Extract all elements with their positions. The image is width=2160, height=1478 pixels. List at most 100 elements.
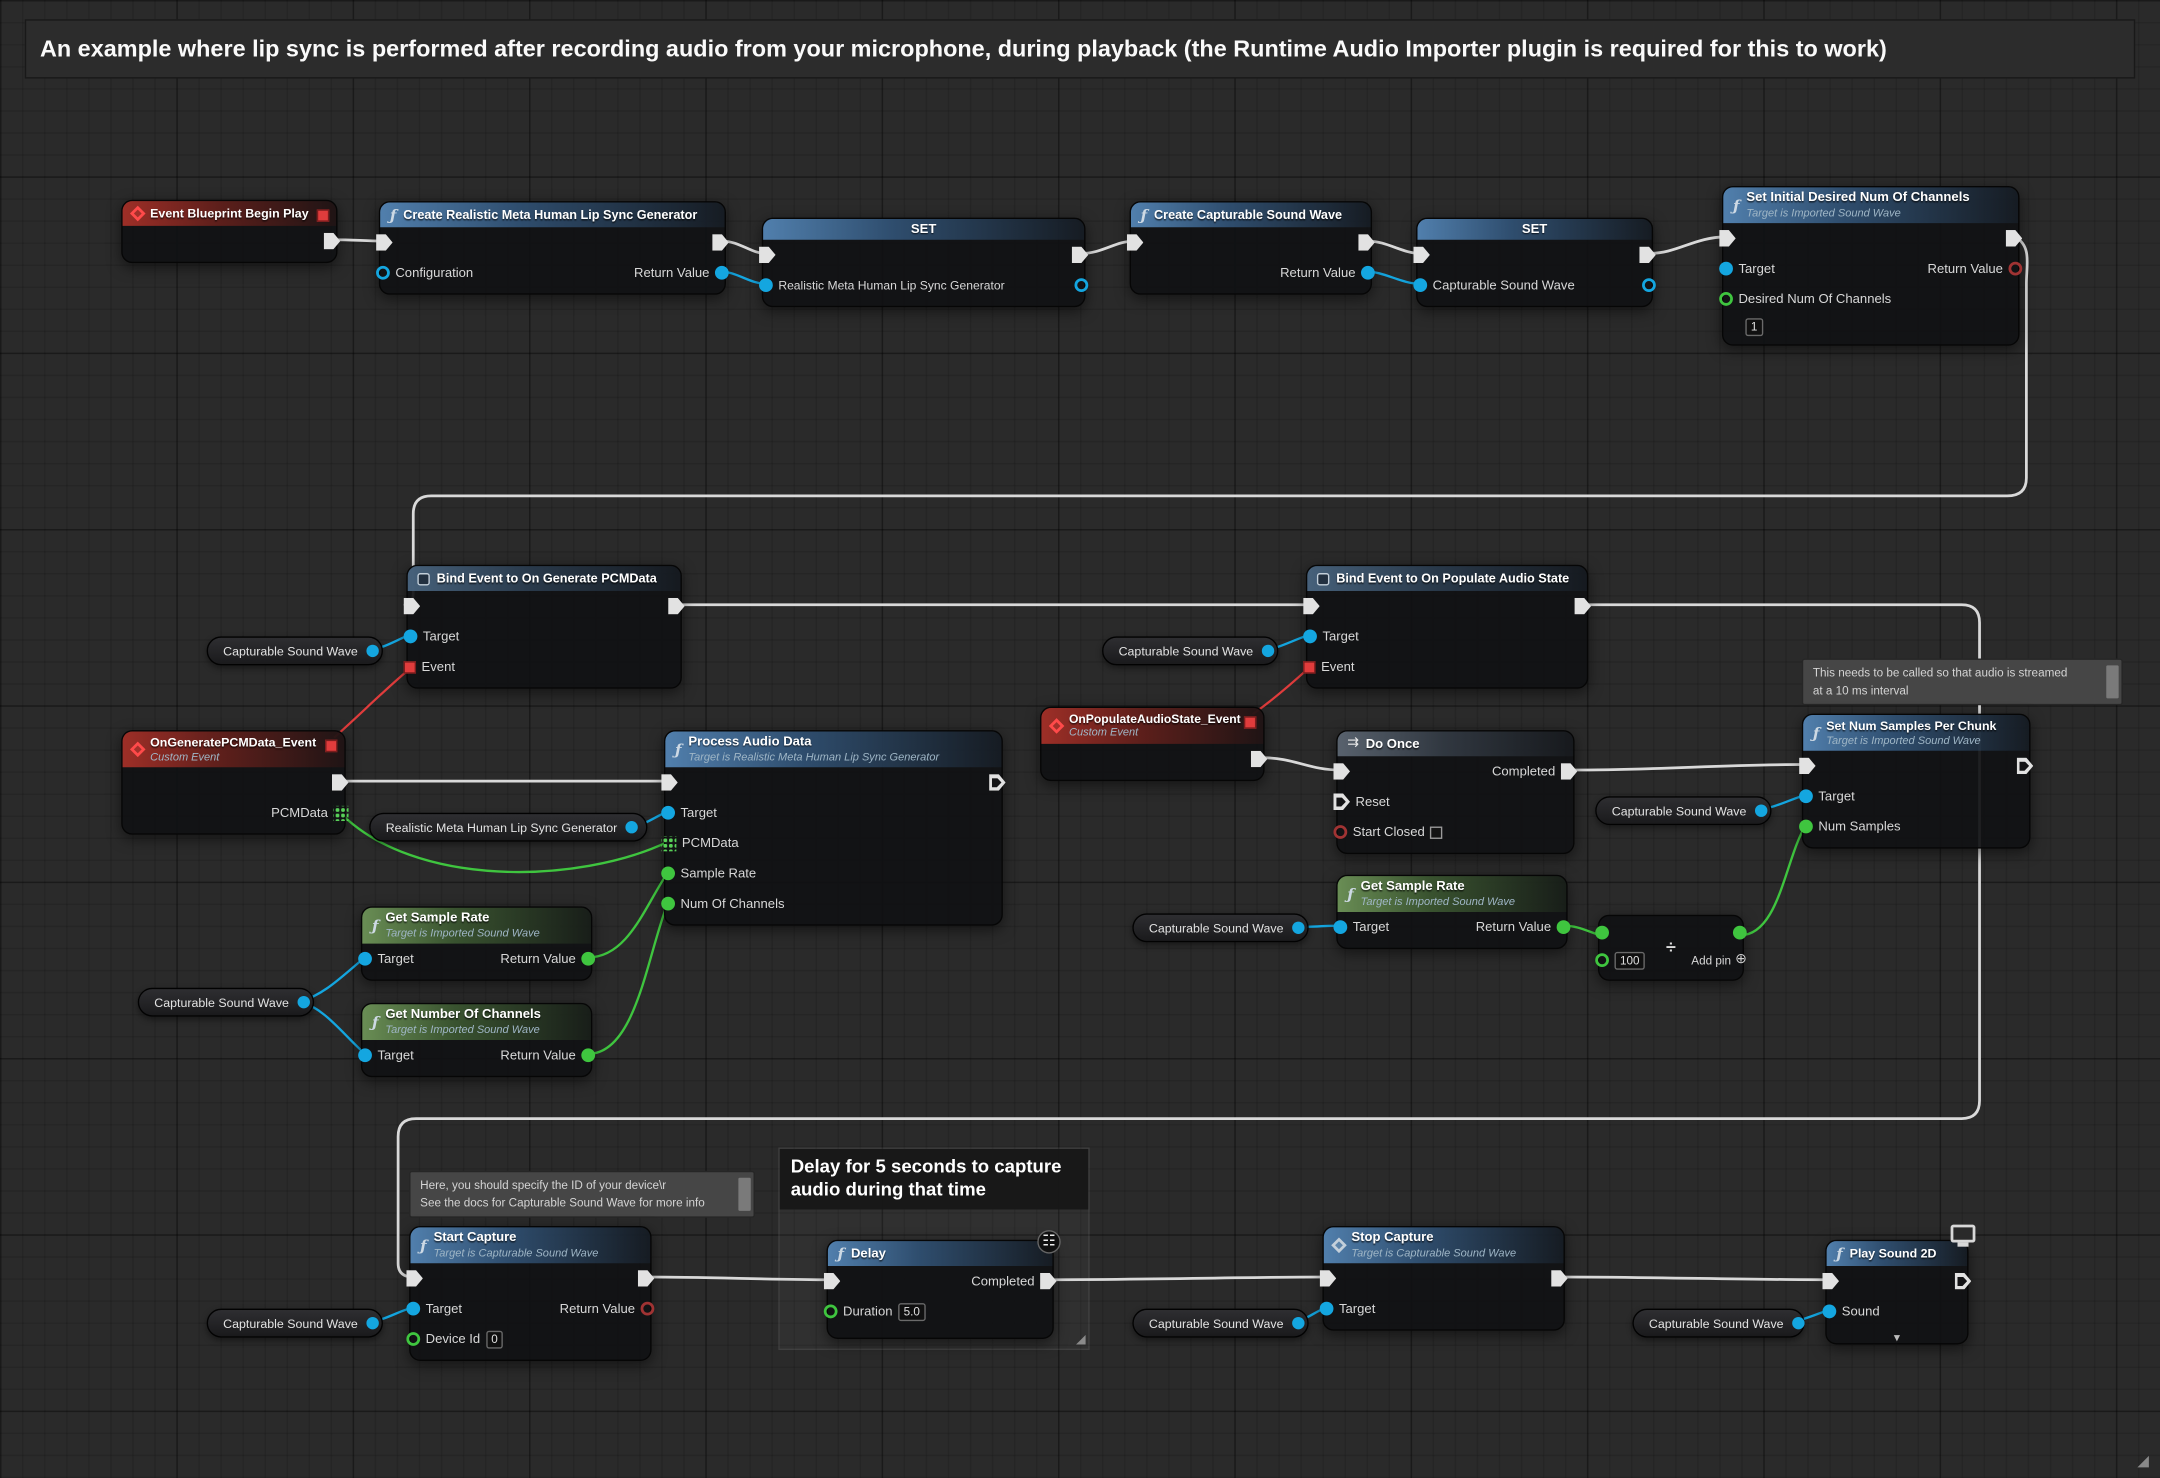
exec-out-pin[interactable]: [989, 774, 1006, 791]
return-value-pin[interactable]: [581, 952, 595, 966]
sound-pin[interactable]: [1822, 1305, 1836, 1319]
sample-rate-pin[interactable]: [661, 866, 675, 880]
exec-in-pin[interactable]: [404, 598, 421, 615]
device-id-pin[interactable]: [406, 1332, 420, 1346]
delegate-pin[interactable]: [1244, 716, 1256, 728]
exec-in-pin[interactable]: [1799, 758, 1816, 775]
node-stop-capture[interactable]: Stop Capture Target is Capturable Sound …: [1322, 1226, 1564, 1331]
divide-input-a-pin[interactable]: [1595, 926, 1609, 940]
num-samples-pin[interactable]: [1799, 820, 1813, 834]
node-set-num-samples-per-chunk[interactable]: ƒ Set Num Samples Per Chunk Target is Im…: [1802, 714, 2031, 849]
variable-capturable-sound-wave[interactable]: Capturable Sound Wave: [1595, 796, 1771, 825]
duration-pin[interactable]: [824, 1305, 838, 1319]
event-delegate-pin[interactable]: [1303, 661, 1315, 673]
object-out-pin[interactable]: [366, 1317, 378, 1329]
object-out-pin[interactable]: [297, 996, 309, 1008]
node-get-number-of-channels[interactable]: ƒ Get Number Of Channels Target is Impor…: [361, 1003, 592, 1077]
node-get-sample-rate-2[interactable]: ƒ Get Sample Rate Target is Imported Sou…: [1336, 875, 1567, 949]
node-divide[interactable]: ÷ 100 Add pin⊕: [1598, 915, 1744, 981]
object-out-pin[interactable]: [1292, 922, 1304, 934]
target-pin[interactable]: [1799, 789, 1813, 803]
variable-capturable-sound-wave[interactable]: Capturable Sound Wave: [207, 636, 383, 665]
exec-out-pin[interactable]: [1955, 1273, 1972, 1290]
variable-capturable-sound-wave[interactable]: Capturable Sound Wave: [1132, 913, 1308, 942]
variable-out-pin[interactable]: [1074, 278, 1088, 292]
variable-capturable-sound-wave[interactable]: Capturable Sound Wave: [1132, 1309, 1308, 1338]
add-pin-button[interactable]: ⊕: [1735, 953, 1747, 967]
node-play-sound-2d[interactable]: ƒ Play Sound 2D Sound ▾: [1825, 1240, 1968, 1345]
target-pin[interactable]: [404, 630, 418, 644]
variable-in-pin[interactable]: [1413, 278, 1427, 292]
exec-out-pin[interactable]: [1358, 234, 1375, 251]
pcmdata-array-pin[interactable]: [333, 805, 348, 820]
blueprint-canvas[interactable]: An example where lip sync is performed a…: [0, 0, 2160, 1478]
node-on-generate-pcmdata-event[interactable]: OnGeneratePCMData_Event Custom Event PCM…: [121, 730, 346, 835]
canvas-resize-handle[interactable]: ◢: [2137, 1455, 2149, 1470]
return-value-pin[interactable]: [715, 266, 729, 280]
num-of-channels-pin[interactable]: [661, 897, 675, 911]
target-pin[interactable]: [358, 1048, 372, 1062]
variable-in-pin[interactable]: [759, 278, 773, 292]
node-bind-event-populate-audio-state[interactable]: Bind Event to On Populate Audio State Ta…: [1306, 565, 1588, 689]
exec-out-pin[interactable]: [332, 774, 349, 791]
node-start-capture[interactable]: ƒ Start Capture Target is Capturable Sou…: [409, 1226, 651, 1361]
node-create-capturable-sound-wave[interactable]: ƒ Create Capturable Sound Wave Return Va…: [1130, 201, 1372, 295]
target-pin[interactable]: [1303, 630, 1317, 644]
event-delegate-pin[interactable]: [404, 661, 416, 673]
variable-capturable-sound-wave[interactable]: Capturable Sound Wave: [1632, 1309, 1804, 1338]
target-pin[interactable]: [358, 952, 372, 966]
device-id-input[interactable]: 0: [486, 1330, 504, 1348]
target-pin[interactable]: [1719, 262, 1733, 276]
completed-exec-out-pin[interactable]: [1561, 763, 1578, 780]
return-value-pin[interactable]: [2008, 262, 2022, 276]
exec-in-pin[interactable]: [1719, 230, 1736, 247]
exec-in-pin[interactable]: [1127, 234, 1144, 251]
exec-in-pin[interactable]: [1333, 763, 1350, 780]
start-closed-checkbox[interactable]: [1430, 826, 1442, 838]
comment-resize-handle[interactable]: ◢: [1076, 1333, 1086, 1345]
variable-capturable-sound-wave[interactable]: Capturable Sound Wave: [207, 1309, 383, 1338]
exec-out-pin[interactable]: [2017, 758, 2034, 775]
target-pin[interactable]: [406, 1302, 420, 1316]
exec-in-pin[interactable]: [824, 1273, 841, 1290]
node-set-generator[interactable]: SET Realistic Meta Human Lip Sync Genera…: [762, 218, 1086, 308]
variable-out-pin[interactable]: [1642, 278, 1656, 292]
variable-capturable-sound-wave[interactable]: Capturable Sound Wave: [1102, 636, 1278, 665]
node-delay[interactable]: ☷ ƒ Delay Completed Duration5.0: [827, 1240, 1054, 1339]
exec-out-pin[interactable]: [638, 1270, 655, 1287]
exec-in-pin[interactable]: [406, 1270, 423, 1287]
exec-in-pin[interactable]: [376, 234, 393, 251]
object-out-pin[interactable]: [626, 821, 638, 833]
object-out-pin[interactable]: [1261, 645, 1273, 657]
exec-out-pin[interactable]: [324, 233, 341, 250]
desired-num-of-channels-input[interactable]: 1: [1745, 318, 1763, 336]
node-on-populate-audio-state-event[interactable]: OnPopulateAudioState_Event Custom Event: [1040, 707, 1265, 781]
node-do-once[interactable]: ⇉ Do Once Completed Reset Start Closed: [1336, 730, 1574, 854]
node-create-lipsync-generator[interactable]: ƒ Create Realistic Meta Human Lip Sync G…: [379, 201, 726, 295]
expand-node-chevron[interactable]: ▾: [1827, 1332, 1968, 1344]
node-set-initial-desired-num-channels[interactable]: ƒ Set Initial Desired Num Of Channels Ta…: [1722, 186, 2020, 346]
return-value-pin[interactable]: [1557, 920, 1571, 934]
variable-realistic-generator[interactable]: Realistic Meta Human Lip Sync Generator: [369, 813, 647, 842]
object-out-pin[interactable]: [1292, 1317, 1304, 1329]
divide-input-b-value[interactable]: 100: [1614, 951, 1645, 969]
exec-in-pin[interactable]: [1320, 1270, 1337, 1287]
comment-delay-header[interactable]: Delay for 5 seconds to capture audio dur…: [780, 1149, 1089, 1209]
completed-exec-out-pin[interactable]: [1040, 1273, 1057, 1290]
exec-out-pin[interactable]: [1575, 598, 1592, 615]
duration-input[interactable]: 5.0: [898, 1302, 925, 1320]
exec-in-pin[interactable]: [1303, 598, 1320, 615]
exec-in-pin[interactable]: [1413, 247, 1430, 264]
node-set-sound-wave[interactable]: SET Capturable Sound Wave: [1416, 218, 1653, 308]
configuration-pin[interactable]: [376, 266, 390, 280]
node-get-sample-rate-1[interactable]: ƒ Get Sample Rate Target is Imported Sou…: [361, 906, 592, 980]
exec-in-pin[interactable]: [661, 774, 678, 791]
exec-in-pin[interactable]: [759, 247, 776, 264]
target-pin[interactable]: [661, 806, 675, 820]
return-value-pin[interactable]: [1361, 266, 1375, 280]
exec-in-pin[interactable]: [1822, 1273, 1839, 1290]
node-event-begin-play[interactable]: Event Blueprint Begin Play: [121, 200, 337, 263]
desired-num-of-channels-pin[interactable]: [1719, 292, 1733, 306]
start-closed-pin[interactable]: [1333, 825, 1347, 839]
delegate-pin[interactable]: [317, 209, 329, 221]
